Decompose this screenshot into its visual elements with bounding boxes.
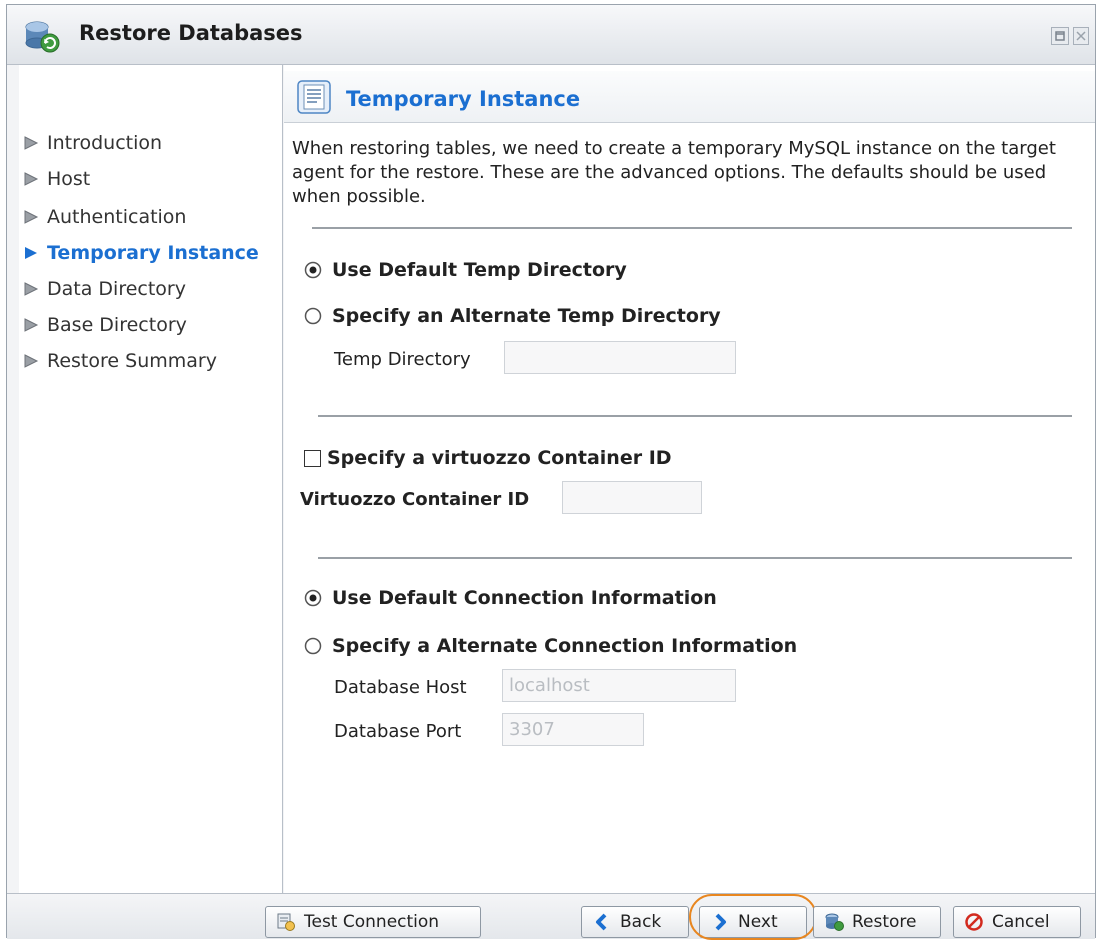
checkbox-unchecked-icon [304, 449, 321, 467]
restore-databases-window: Restore Databases Introduction Host Auth… [6, 4, 1096, 940]
virtuozzo-container-id-input[interactable] [562, 481, 702, 514]
sidebar-item-label: Host [47, 168, 91, 190]
wizard-content-panel: Temporary Instance When restoring tables… [284, 65, 1095, 893]
option-label: Use Default Temp Directory [332, 259, 627, 281]
use-default-temp-directory-option[interactable]: Use Default Temp Directory [304, 259, 627, 281]
specify-alternate-connection-option[interactable]: Specify a Alternate Connection Informati… [304, 635, 797, 657]
virtuozzo-container-id-label: Virtuozzo Container ID [300, 489, 530, 510]
step-arrow-icon [24, 282, 39, 296]
divider [318, 415, 1072, 417]
step-arrow-icon [24, 172, 39, 186]
next-button-highlight [689, 894, 817, 940]
divider [318, 557, 1072, 559]
database-restore-icon [825, 913, 844, 931]
checkbox-label: Specify a virtuozzo Container ID [327, 447, 672, 469]
radio-unselected-icon [304, 307, 322, 325]
chevron-left-icon [596, 913, 607, 931]
database-restore-icon [25, 21, 60, 53]
sidebar-item-data-directory[interactable]: Data Directory [23, 275, 186, 303]
step-arrow-icon [24, 210, 39, 224]
specify-alternate-temp-directory-option[interactable]: Specify an Alternate Temp Directory [304, 305, 721, 327]
use-default-connection-option[interactable]: Use Default Connection Information [304, 587, 717, 609]
document-list-icon [297, 80, 331, 114]
database-port-label: Database Port [334, 721, 462, 742]
panel-description: When restoring tables, we need to create… [292, 138, 1056, 207]
close-button[interactable] [1073, 27, 1089, 45]
restore-button[interactable]: Restore [813, 906, 941, 938]
step-arrow-icon [24, 136, 39, 150]
option-label: Specify an Alternate Temp Directory [332, 305, 721, 327]
cancel-icon [965, 913, 983, 931]
temp-directory-label: Temp Directory [334, 349, 471, 370]
sidebar-item-label: Base Directory [47, 314, 187, 336]
option-label: Specify a Alternate Connection Informati… [332, 635, 798, 657]
maximize-button[interactable] [1051, 27, 1069, 45]
wizard-footer: Test Connection Back Next Restore Cancel [7, 893, 1095, 940]
wizard-steps-sidebar: Introduction Host Authentication Tempora… [19, 65, 283, 893]
specify-virtuozzo-container-checkbox[interactable]: Specify a virtuozzo Container ID [304, 447, 672, 469]
option-label: Use Default Connection Information [332, 587, 717, 609]
sidebar-item-label: Temporary Instance [47, 242, 259, 264]
sidebar-item-label: Data Directory [47, 278, 186, 300]
close-icon [1076, 31, 1086, 41]
test-connection-button[interactable]: Test Connection [265, 906, 481, 938]
button-label: Cancel [992, 912, 1050, 932]
panel-header: Temporary Instance [284, 71, 1095, 123]
sidebar-item-base-directory[interactable]: Base Directory [23, 311, 187, 339]
button-label: Restore [852, 912, 917, 932]
window-title: Restore Databases [79, 21, 303, 45]
panel-title: Temporary Instance [346, 87, 581, 111]
sidebar-item-restore-summary[interactable]: Restore Summary [23, 347, 217, 375]
button-label: Test Connection [304, 912, 440, 932]
back-button[interactable]: Back [581, 906, 689, 938]
temp-directory-input[interactable] [504, 341, 736, 374]
step-arrow-icon [24, 354, 39, 368]
maximize-icon [1055, 31, 1065, 41]
radio-unselected-icon [304, 637, 322, 655]
button-label: Back [620, 912, 662, 932]
divider [312, 227, 1072, 229]
title-bar: Restore Databases [7, 5, 1095, 65]
sidebar-item-label: Restore Summary [47, 350, 217, 372]
radio-selected-icon [304, 261, 322, 279]
sidebar-item-label: Introduction [47, 132, 163, 154]
sidebar-item-authentication[interactable]: Authentication [23, 203, 186, 231]
sidebar-item-temporary-instance[interactable]: Temporary Instance [23, 239, 259, 267]
step-arrow-icon [24, 318, 39, 332]
sidebar-item-label: Authentication [47, 206, 187, 228]
database-port-input[interactable]: 3307 [502, 713, 644, 746]
test-connection-icon [277, 913, 295, 931]
step-arrow-active-icon [25, 247, 37, 259]
cancel-button[interactable]: Cancel [953, 906, 1081, 938]
sidebar-item-introduction[interactable]: Introduction [23, 129, 162, 157]
database-host-input[interactable]: localhost [502, 669, 736, 702]
radio-selected-icon [304, 589, 322, 607]
database-host-label: Database Host [334, 677, 467, 698]
sidebar-item-host[interactable]: Host [23, 165, 90, 193]
